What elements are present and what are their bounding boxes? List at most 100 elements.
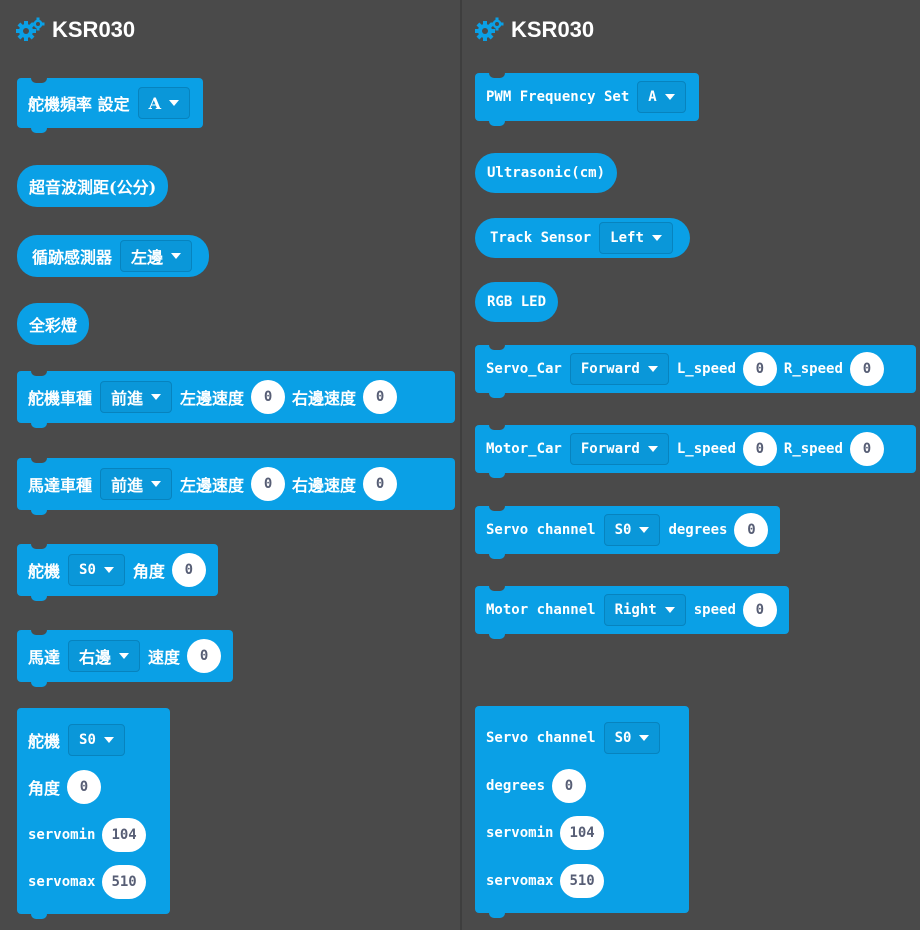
right-speed-input[interactable]: 0 xyxy=(849,352,884,386)
category-header-left: KSR030 xyxy=(16,15,135,45)
speed-label: 速度 xyxy=(148,648,181,667)
left-speed-input[interactable]: 0 xyxy=(251,380,286,414)
block-servo-en[interactable]: Servo channel S0 degrees 0 xyxy=(475,505,781,559)
block-label: Servo channel xyxy=(486,522,596,538)
block-label: RGB LED xyxy=(487,294,547,310)
frequency-dropdown[interactable]: A xyxy=(637,81,686,113)
block-servo-car[interactable]: 舵機車種 前進 左邊速度 0 右邊速度 0 xyxy=(17,370,455,428)
direction-dropdown[interactable]: 前進 xyxy=(100,468,173,500)
servomin-input[interactable]: 104 xyxy=(102,817,146,852)
angle-label: 角度 xyxy=(28,779,61,799)
degrees-row: degrees 0 xyxy=(483,762,590,810)
dropdown-value: 前進 xyxy=(111,389,144,408)
motor-side-dropdown[interactable]: Right xyxy=(603,594,686,626)
caret-down-icon xyxy=(169,100,179,106)
block-label: Track Sensor xyxy=(490,230,592,246)
block-motor-car[interactable]: 馬達車種 前進 左邊速度 0 右邊速度 0 xyxy=(17,457,455,515)
block-label: 舵機車種 xyxy=(28,389,93,408)
category-title: KSR030 xyxy=(511,17,595,42)
block-label: Motor_Car xyxy=(486,441,562,457)
right-speed-input[interactable]: 0 xyxy=(363,467,398,501)
angle-input[interactable]: 0 xyxy=(67,770,102,805)
servo-row: 舵機 S0 xyxy=(25,716,130,764)
servomax-input[interactable]: 510 xyxy=(560,864,604,899)
block-servo-advanced-en[interactable]: Servo channel S0 degrees 0 servomin 104 … xyxy=(475,706,689,918)
dropdown-value: A xyxy=(148,93,161,113)
angle-label: 角度 xyxy=(132,562,165,581)
right-speed-input[interactable]: 0 xyxy=(363,380,398,414)
left-speed-input[interactable]: 0 xyxy=(742,432,777,466)
block-label: 超音波測距(公分) xyxy=(29,178,157,197)
degrees-label: degrees xyxy=(486,777,546,794)
block-motor-en[interactable]: Motor channel Right speed 0 xyxy=(475,585,789,639)
channel-dropdown[interactable]: S0 xyxy=(68,554,125,586)
dropdown-value: Right xyxy=(614,602,657,618)
block-rgb-led-en[interactable]: RGB LED xyxy=(475,282,559,322)
left-speed-input[interactable]: 0 xyxy=(742,352,777,386)
speed-input[interactable]: 0 xyxy=(187,639,222,673)
servomax-input[interactable]: 510 xyxy=(102,865,146,900)
speed-input[interactable]: 0 xyxy=(742,593,777,627)
caret-down-icon xyxy=(651,235,662,241)
degrees-label: degrees xyxy=(668,522,728,538)
caret-down-icon xyxy=(151,394,162,400)
degrees-input[interactable]: 0 xyxy=(734,513,769,547)
angle-input[interactable]: 0 xyxy=(171,553,206,587)
block-label: Motor channel xyxy=(486,602,596,618)
servomin-input[interactable]: 104 xyxy=(560,816,604,851)
direction-dropdown[interactable]: Forward xyxy=(569,353,669,385)
channel-dropdown[interactable]: S0 xyxy=(603,721,661,754)
block-label: 馬達車種 xyxy=(28,476,93,495)
block-ultrasonic[interactable]: 超音波測距(公分) xyxy=(17,165,169,207)
caret-down-icon xyxy=(103,567,114,573)
caret-down-icon xyxy=(103,736,114,743)
channel-dropdown[interactable]: S0 xyxy=(603,514,661,546)
left-speed-input[interactable]: 0 xyxy=(251,467,286,501)
category-header-right: KSR030 xyxy=(475,15,594,45)
caret-down-icon xyxy=(664,94,675,100)
block-pwm-frequency[interactable]: 舵機頻率 設定 A xyxy=(17,77,203,133)
caret-down-icon xyxy=(119,653,130,659)
dropdown-value: A xyxy=(648,89,657,105)
direction-dropdown[interactable]: 前進 xyxy=(100,381,173,413)
category-title: KSR030 xyxy=(52,17,136,42)
right-speed-input[interactable]: 0 xyxy=(849,432,884,466)
block-motor-car-en[interactable]: Motor_Car Forward L_speed 0 R_speed 0 xyxy=(475,424,916,478)
block-pwm-frequency-en[interactable]: PWM Frequency Set A xyxy=(475,72,699,126)
caret-down-icon xyxy=(171,253,182,259)
direction-dropdown[interactable]: Forward xyxy=(569,433,669,465)
dropdown-value: 前進 xyxy=(111,476,144,495)
block-rgb-led[interactable]: 全彩燈 xyxy=(17,303,90,345)
caret-down-icon xyxy=(647,366,658,372)
dropdown-value: S0 xyxy=(614,729,632,746)
dropdown-value: S0 xyxy=(614,522,632,538)
servo-row: Servo channel S0 xyxy=(483,714,665,762)
block-label: 全彩燈 xyxy=(29,316,78,335)
channel-dropdown[interactable]: S0 xyxy=(68,723,125,756)
block-label: 舵機頻率 設定 xyxy=(28,95,130,114)
block-motor[interactable]: 馬達 右邊 速度 0 xyxy=(17,629,234,687)
block-label: PWM Frequency Set xyxy=(486,89,630,105)
servomax-label: servomax xyxy=(28,874,96,891)
dropdown-value: 右邊 xyxy=(79,648,112,667)
degrees-input[interactable]: 0 xyxy=(552,768,587,803)
track-side-dropdown[interactable]: 左邊 xyxy=(120,240,193,272)
dropdown-value: 左邊 xyxy=(131,248,164,267)
caret-down-icon xyxy=(151,481,162,487)
column-divider xyxy=(460,0,462,930)
block-servo-advanced[interactable]: 舵機 S0 角度 0 servomin 104 servomax 510 xyxy=(17,708,170,919)
dropdown-value: Forward xyxy=(580,361,640,377)
track-side-dropdown[interactable]: Left xyxy=(599,222,673,254)
block-track-sensor-en[interactable]: Track Sensor Left xyxy=(475,218,690,258)
block-track-sensor[interactable]: 循跡感測器 左邊 xyxy=(17,235,210,277)
block-label: Servo_Car xyxy=(486,361,562,377)
block-ultrasonic-en[interactable]: Ultrasonic(cm) xyxy=(475,153,618,193)
dropdown-value: S0 xyxy=(79,731,96,748)
caret-down-icon xyxy=(664,607,675,613)
block-servo-car-en[interactable]: Servo_Car Forward L_speed 0 R_speed 0 xyxy=(475,344,916,398)
frequency-dropdown[interactable]: A xyxy=(137,87,190,119)
servomin-row: servomin 104 xyxy=(25,811,150,859)
caret-down-icon xyxy=(639,734,650,741)
block-servo[interactable]: 舵機 S0 角度 0 xyxy=(17,543,218,601)
motor-side-dropdown[interactable]: 右邊 xyxy=(68,640,141,672)
